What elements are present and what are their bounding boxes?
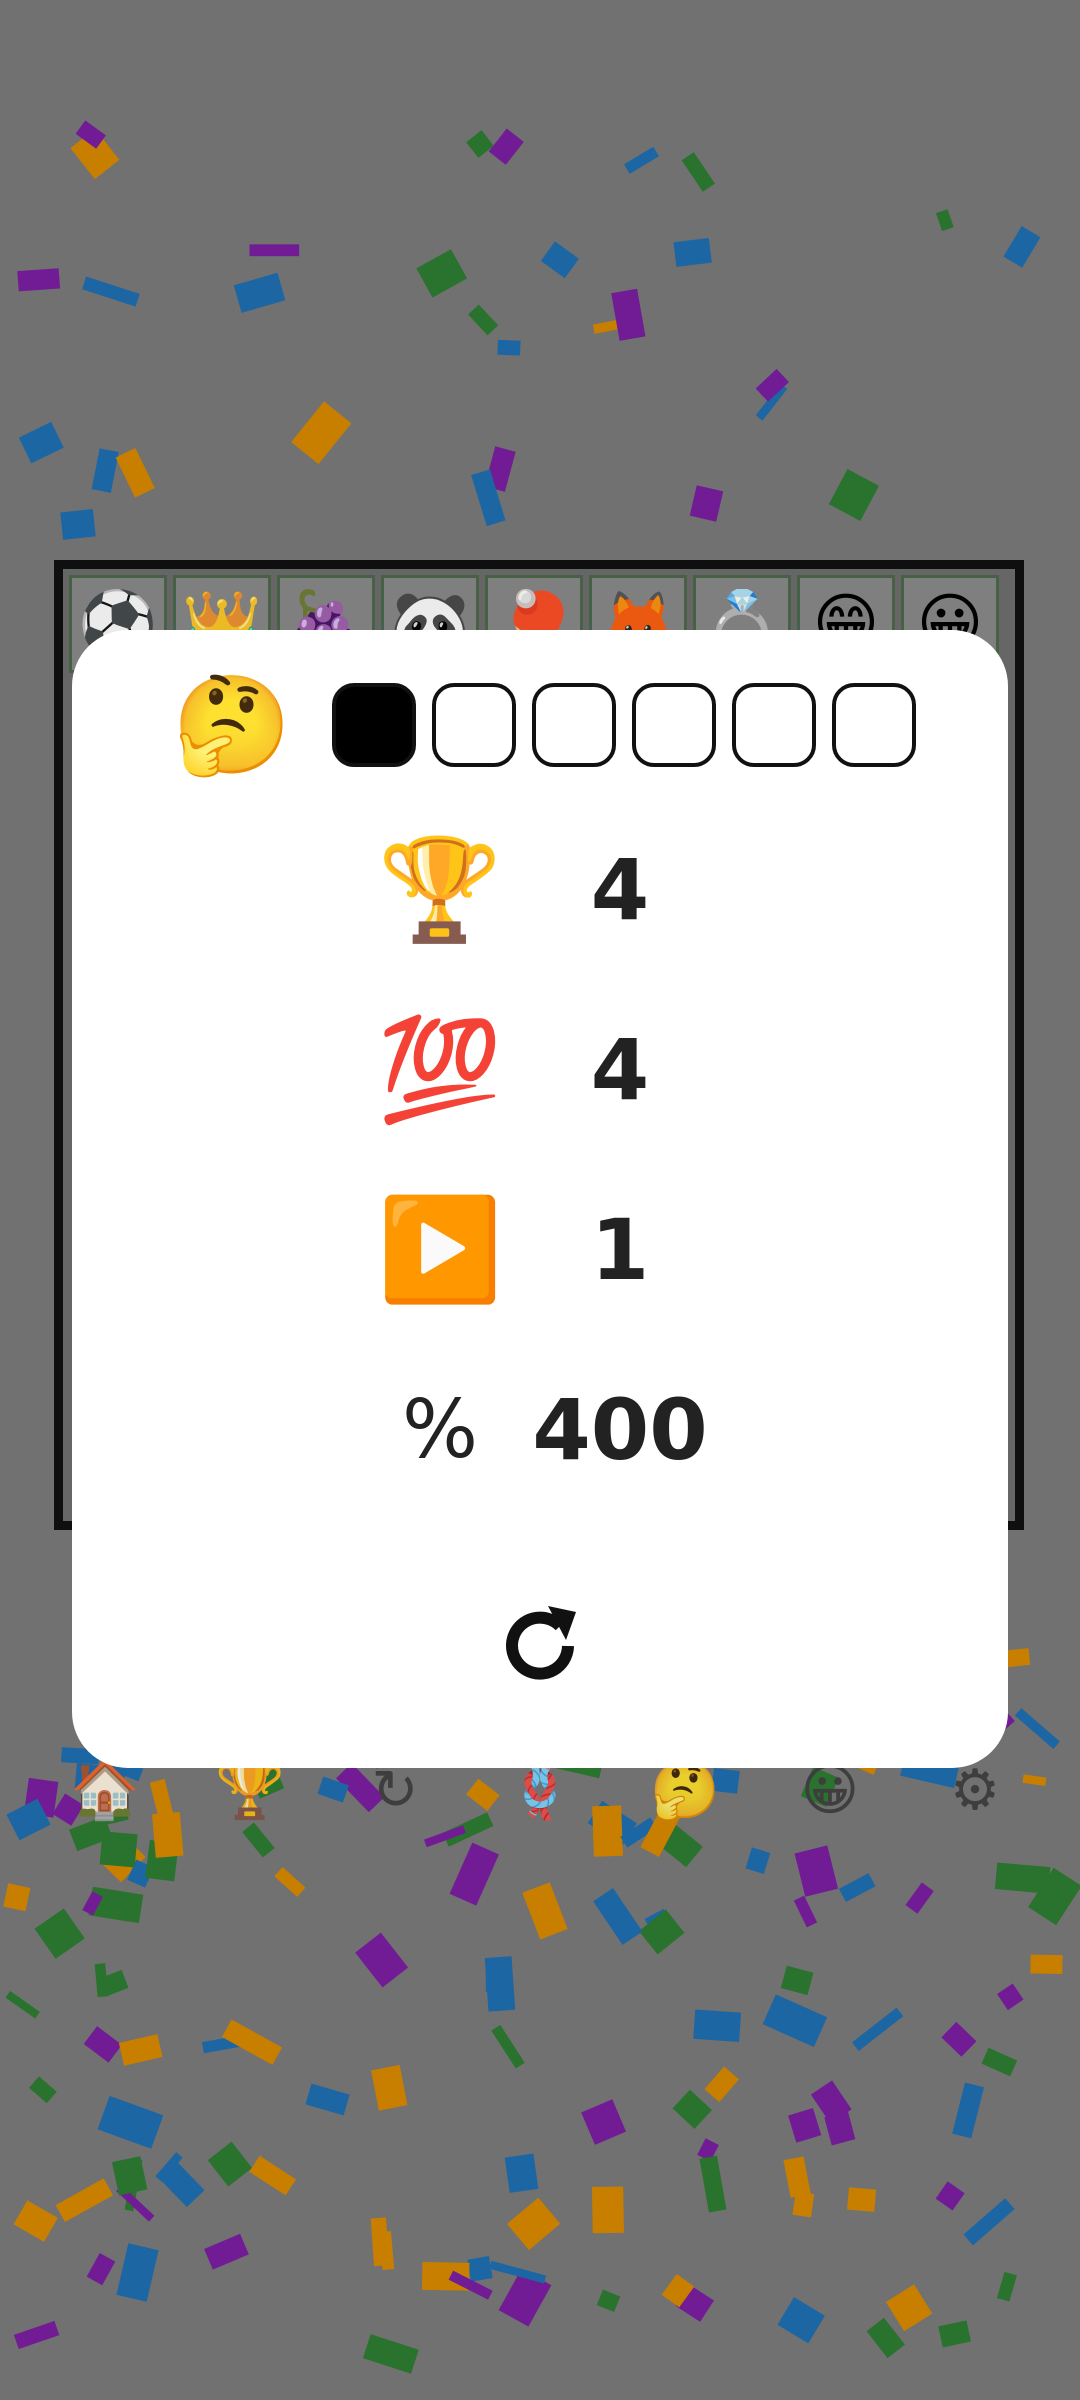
results-modal: 🤔 🏆 4 💯 4 ▶️ 1 % 400: [72, 630, 1008, 1768]
trophy-value: 4: [590, 841, 650, 939]
refresh-icon[interactable]: [490, 1596, 590, 1696]
hundred-value: 4: [590, 1021, 650, 1119]
hundred-points-icon: 💯: [377, 1011, 503, 1128]
trophy-icon: 🏆: [377, 831, 503, 948]
play-value: 1: [590, 1201, 650, 1299]
progress-box: [832, 683, 916, 767]
stat-row-percent: % 400: [72, 1370, 1008, 1490]
progress-box: [332, 683, 416, 767]
progress-box: [432, 683, 516, 767]
play-button-icon: ▶️: [377, 1191, 503, 1308]
progress-box: [632, 683, 716, 767]
stat-row-play: ▶️ 1: [72, 1190, 1008, 1310]
progress-box: [532, 683, 616, 767]
progress-boxes: [332, 683, 916, 767]
stat-row-hundred: 💯 4: [72, 1010, 1008, 1130]
percent-value: 400: [532, 1381, 708, 1479]
stat-row-trophy: 🏆 4: [72, 830, 1008, 950]
percent-icon: %: [401, 1383, 478, 1476]
modal-header: 🤔: [172, 670, 916, 780]
progress-box: [732, 683, 816, 767]
thinking-face-icon: 🤔: [172, 669, 292, 781]
